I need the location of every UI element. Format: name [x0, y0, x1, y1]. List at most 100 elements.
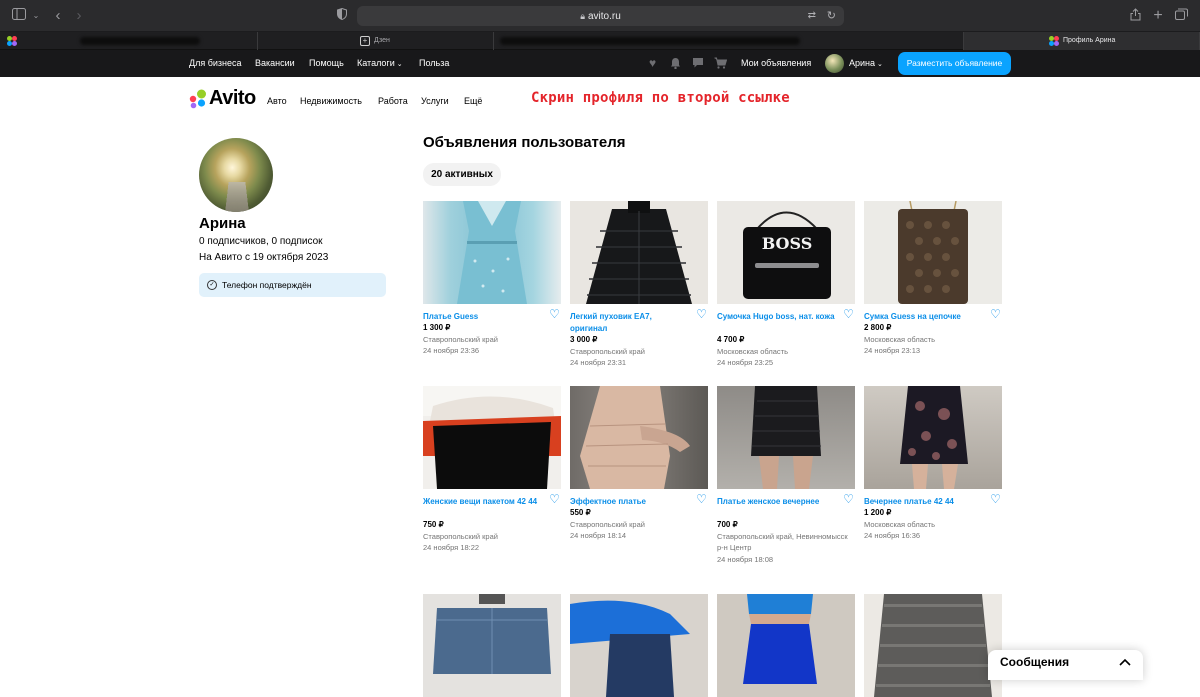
post-ad-button[interactable]: Разместить объявление	[898, 52, 1011, 75]
heart-icon[interactable]: ♡	[842, 493, 855, 506]
profile-since: На Авито с 19 октября 2023	[199, 252, 329, 263]
user-menu[interactable]: Арина ⌄	[849, 50, 883, 77]
listing-date: 24 ноября 18:14	[570, 531, 627, 540]
listing-location: Ставропольский край	[423, 531, 498, 541]
listing-title[interactable]: Платье женское вечернее	[717, 496, 835, 508]
profile-followers[interactable]: 0 подписчиков, 0 подписок	[199, 236, 323, 247]
listing-location: Ставропольский край, Невинномысск	[717, 531, 848, 541]
listing-title[interactable]: Сумка Guess на цепочке	[864, 311, 982, 323]
heart-icon[interactable]: ♡	[695, 308, 708, 321]
listing-image[interactable]	[717, 386, 855, 489]
listing-image[interactable]	[570, 594, 708, 697]
heart-icon[interactable]: ♡	[548, 308, 561, 321]
forward-icon[interactable]: ›	[73, 8, 85, 24]
listing-title[interactable]: Платье Guess	[423, 311, 541, 323]
listing-image[interactable]	[423, 201, 561, 304]
listing-location-district: р-н Центр	[717, 543, 752, 552]
listing-title[interactable]: Сумочка Hugo boss, нат. кожа	[717, 311, 835, 323]
listing-date: 24 ноября 23:25	[717, 358, 774, 367]
sidebar-toggle-icon[interactable]	[12, 8, 26, 24]
listing-title[interactable]: Легкий пуховик EA7, оригинал	[570, 311, 688, 334]
chevron-down-icon: ⌄	[877, 61, 883, 68]
heart-icon[interactable]: ♡	[842, 308, 855, 321]
user-avatar[interactable]	[825, 54, 844, 73]
heart-icon[interactable]: ♡	[989, 493, 1002, 506]
active-count-tab[interactable]: 20 активных	[423, 163, 501, 186]
listing-image[interactable]	[717, 594, 855, 697]
listing-title[interactable]: Женские вещи пакетом 42 44	[423, 496, 541, 508]
chevron-up-icon[interactable]	[1119, 654, 1131, 669]
listing-image[interactable]	[423, 386, 561, 489]
address-text: avito.ru	[588, 11, 621, 22]
listing-date: 24 ноября 16:36	[864, 531, 921, 540]
check-circle-icon: ✓	[207, 280, 217, 290]
nav-item-help[interactable]: Помощь	[309, 50, 344, 77]
listing-image[interactable]	[864, 201, 1002, 304]
tab-3[interactable]	[494, 32, 964, 50]
tab-2[interactable]: + Дзен	[258, 32, 494, 50]
nav-item-catalogs[interactable]: Каталоги ⌄	[357, 50, 403, 77]
messages-label: Сообщения	[1000, 655, 1070, 669]
messages-bubble-icon[interactable]	[691, 57, 704, 70]
avito-favicon-icon	[7, 36, 17, 46]
listing-date: 24 ноября 23:36	[423, 346, 480, 355]
listing-location: Ставропольский край	[570, 519, 645, 529]
listing-image[interactable]	[423, 594, 561, 697]
chevron-down-icon: ⌄	[396, 61, 403, 68]
listing-date: 24 ноября 23:13	[864, 346, 921, 355]
new-tab-icon[interactable]: +	[1152, 8, 1164, 24]
favorites-heart-icon[interactable]: ♥	[646, 57, 659, 70]
browser-toolbar: ⌄ ‹ › 🔒︎ avito.ru ⇄ ↻ +	[0, 0, 1200, 32]
heart-icon[interactable]: ♡	[548, 493, 561, 506]
privacy-shield-icon[interactable]	[336, 7, 348, 24]
phone-verified-label: Телефон подтверждён	[222, 280, 312, 290]
cart-icon[interactable]	[714, 57, 728, 70]
logo-text: Avito	[209, 87, 256, 109]
my-ads-link[interactable]: Мои объявления	[741, 50, 811, 77]
share-icon[interactable]	[1129, 8, 1141, 24]
category-jobs[interactable]: Работа	[378, 96, 408, 106]
listing-location: Московская область	[864, 519, 935, 529]
nav-item-jobs[interactable]: Вакансии	[255, 50, 295, 77]
listing-price: 2 800 ₽	[864, 323, 892, 332]
translate-icon[interactable]: ⇄	[808, 6, 816, 26]
category-services[interactable]: Услуги	[421, 96, 449, 106]
category-auto[interactable]: Авто	[267, 96, 287, 106]
listing-title[interactable]: Эффектное платье	[570, 496, 688, 508]
nav-item-business[interactable]: Для бизнеса	[189, 50, 242, 77]
lock-icon: 🔒︎	[580, 11, 585, 21]
heart-icon[interactable]: ♡	[695, 493, 708, 506]
messages-widget[interactable]: Сообщения	[988, 650, 1143, 680]
back-icon[interactable]: ‹	[52, 8, 64, 24]
listing-image[interactable]	[864, 386, 1002, 489]
listing-image[interactable]	[864, 594, 1002, 697]
tab-4[interactable]: Профиль Арина	[964, 32, 1200, 50]
reload-icon[interactable]: ↻	[827, 6, 836, 26]
phone-verified-badge: ✓ Телефон подтверждён	[199, 273, 386, 297]
listing-title[interactable]: Вечернее платье 42 44	[864, 496, 982, 508]
heart-icon[interactable]: ♡	[989, 308, 1002, 321]
tab-overview-icon[interactable]	[1175, 8, 1188, 24]
tab-1[interactable]	[0, 32, 258, 50]
listing-price: 750 ₽	[423, 520, 444, 529]
listing-price: 1 300 ₽	[423, 323, 451, 332]
top-nav: Для бизнеса Вакансии Помощь Каталоги ⌄ По…	[0, 50, 1200, 77]
listing-image[interactable]: BOSS	[717, 201, 855, 304]
listing-date: 24 ноября 18:08	[717, 554, 774, 564]
listing-image[interactable]	[570, 386, 708, 489]
listing-price: 550 ₽	[570, 508, 591, 517]
listing-price: 3 000 ₽	[570, 335, 598, 344]
tab-2-label: Дзен	[374, 37, 390, 44]
avito-logo-icon	[189, 89, 206, 109]
listing-price: 4 700 ₽	[717, 335, 745, 344]
listing-location: Московская область	[717, 346, 788, 356]
profile-name: Арина	[199, 215, 246, 232]
category-more[interactable]: Ещё	[464, 96, 482, 106]
category-realty[interactable]: Недвижимость	[300, 96, 362, 106]
chevron-down-icon[interactable]: ⌄	[31, 8, 41, 24]
listing-location: Московская область	[864, 334, 935, 344]
nav-item-benefit[interactable]: Польза	[419, 50, 449, 77]
notifications-bell-icon[interactable]	[669, 57, 682, 70]
address-bar[interactable]: 🔒︎ avito.ru ⇄ ↻	[357, 6, 844, 26]
listing-image[interactable]	[570, 201, 708, 304]
